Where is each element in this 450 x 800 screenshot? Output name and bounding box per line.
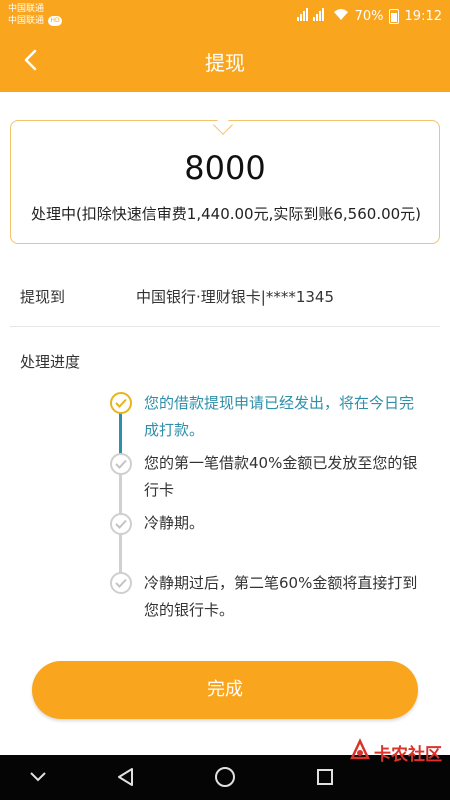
divider [10, 326, 440, 327]
check-icon [110, 513, 132, 535]
battery-icon [388, 8, 399, 24]
check-icon [110, 572, 132, 594]
hd-badge: HD [48, 16, 63, 26]
battery-level: 70% [354, 8, 384, 24]
check-icon [110, 392, 132, 414]
amount-card: 8000 处理中(扣除快速信审费1,440.00元,实际到账6,560.00元) [10, 120, 440, 244]
carrier-info: 中国联通 中国联通 HD [8, 3, 63, 27]
back-triangle-icon[interactable] [110, 762, 142, 792]
chevron-down-icon[interactable] [22, 762, 54, 792]
done-button[interactable]: 完成 [32, 661, 418, 719]
progress-timeline: 您的借款提现申请已经发出，将在今日完成打款。 您的第一笔借款40%金额已发放至您… [108, 390, 428, 630]
wifi-icon [333, 7, 349, 25]
watermark-text: 卡农社区 [374, 744, 442, 765]
page-title: 提现 [205, 51, 245, 75]
home-circle-icon[interactable] [209, 762, 241, 792]
check-icon [110, 453, 132, 475]
status-icons: 70% 19:12 [291, 7, 442, 25]
carrier-2-label: 中国联通 [8, 16, 45, 26]
carrier-1-label: 中国联通 [8, 4, 45, 14]
withdraw-to-row: 提现到 中国银行·理财银卡|****1345 [20, 286, 430, 307]
fee-note: 处理中(扣除快速信审费1,440.00元,实际到账6,560.00元) [30, 205, 422, 223]
clock-time: 19:12 [404, 8, 442, 24]
progress-label: 处理进度 [20, 353, 81, 371]
withdraw-amount: 8000 [184, 149, 266, 187]
watermark-logo-icon [349, 738, 371, 766]
status-bar: 中国联通 中国联通 HD 70% 19:12 [0, 0, 450, 34]
progress-step-3: 冷静期。 [144, 514, 205, 532]
bank-card-value: 中国银行·理财银卡|****1345 [136, 288, 334, 306]
progress-step-1: 您的借款提现申请已经发出，将在今日完成打款。 [144, 394, 415, 439]
watermark: 卡农社区 [349, 738, 442, 766]
signal-icon [296, 7, 327, 25]
nav-header: 提现 [0, 34, 450, 92]
progress-step-4: 冷静期过后，第二笔60%金额将直接打到您的银行卡。 [144, 574, 418, 619]
withdraw-to-label: 提现到 [20, 288, 66, 306]
progress-step-2: 您的第一笔借款40%金额已发放至您的银行卡 [144, 454, 418, 499]
recents-square-icon[interactable] [309, 762, 341, 792]
